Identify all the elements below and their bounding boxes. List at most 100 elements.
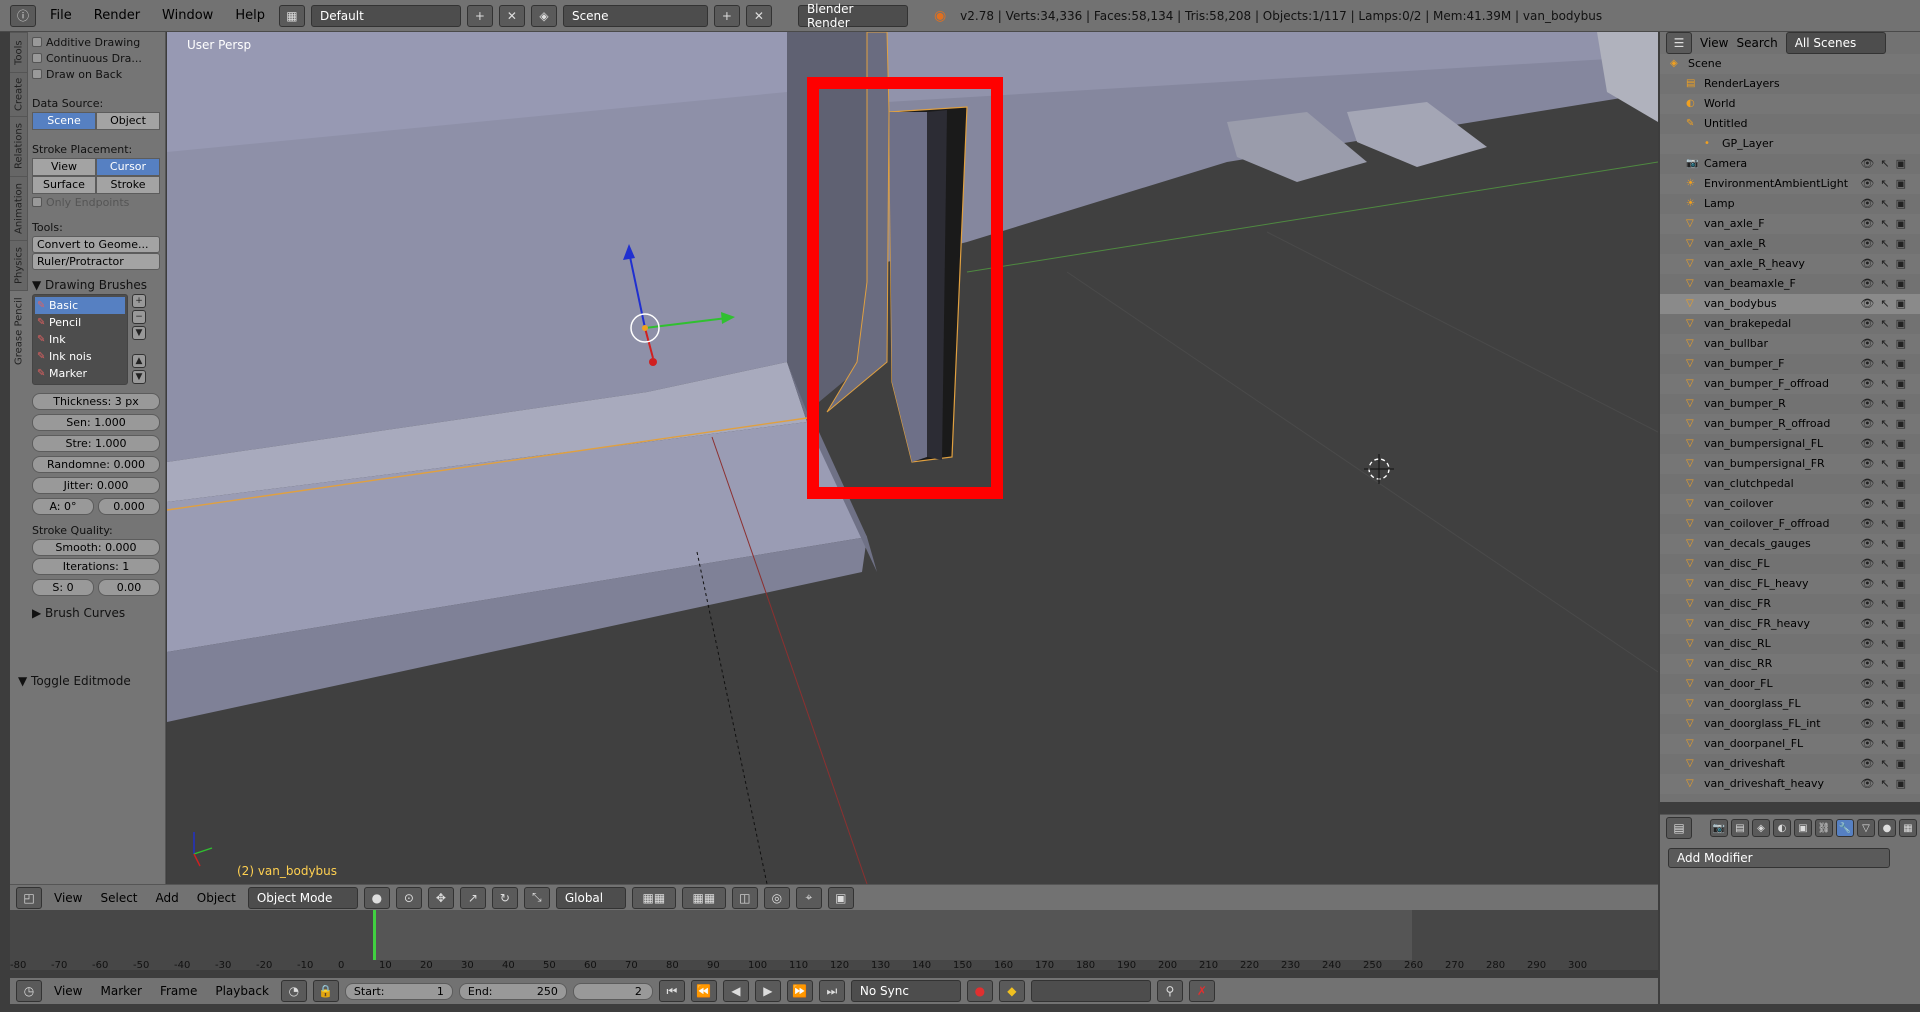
visibility-icon[interactable]: 👁↖▣ — [1860, 354, 1912, 374]
current-frame-marker[interactable] — [373, 910, 376, 960]
outliner-item[interactable]: ✎ Untitled — [1660, 114, 1920, 134]
placement-view[interactable]: View — [32, 158, 96, 176]
next-keyframe-icon[interactable]: ⏩ — [786, 980, 813, 1002]
continuous-drawing-checkbox[interactable]: Continuous Dra... — [32, 50, 160, 66]
tab-animation[interactable]: Animation — [10, 176, 28, 240]
placement-surface[interactable]: Surface — [32, 176, 96, 194]
tl-menu-view[interactable]: View — [48, 984, 88, 998]
angle-field[interactable]: A: 0° — [32, 498, 94, 515]
vp-menu-add[interactable]: Add — [150, 891, 185, 905]
scale-icon[interactable]: ⤡ — [523, 886, 550, 909]
only-endpoints-checkbox[interactable]: Only Endpoints — [32, 194, 160, 210]
move-up-icon[interactable]: ▲ — [132, 354, 146, 368]
visibility-icon[interactable]: 👁↖▣ — [1860, 194, 1912, 214]
timeline-editor-icon[interactable]: ◷ — [16, 980, 42, 1002]
visibility-icon[interactable]: 👁↖▣ — [1860, 234, 1912, 254]
outliner-item[interactable]: ▽ van_disc_FL_heavy 👁↖▣ — [1660, 574, 1920, 594]
add-modifier-select[interactable]: Add Modifier — [1668, 848, 1890, 868]
viewport-shading-icon[interactable]: ● — [363, 886, 390, 909]
visibility-icon[interactable]: 👁↖▣ — [1860, 434, 1912, 454]
visibility-icon[interactable]: 👁↖▣ — [1860, 174, 1912, 194]
outliner-display-mode[interactable]: All Scenes — [1785, 32, 1886, 54]
outliner-item[interactable]: ▽ van_beamaxle_F 👁↖▣ — [1660, 274, 1920, 294]
brush-basic[interactable]: Basic — [35, 297, 125, 314]
randomness-field[interactable]: Randomne: 0.000 — [32, 456, 160, 473]
screen-remove-icon[interactable]: ✕ — [498, 4, 525, 27]
visibility-icon[interactable]: 👁↖▣ — [1860, 714, 1912, 734]
move-down-icon[interactable]: ▼ — [132, 370, 146, 384]
visibility-icon[interactable]: 👁↖▣ — [1860, 654, 1912, 674]
texture-tab-icon[interactable]: ▦ — [1899, 819, 1917, 837]
lock-range-icon[interactable]: 🔒 — [312, 980, 339, 1002]
visibility-icon[interactable]: 👁↖▣ — [1860, 154, 1912, 174]
layers-grid-2-icon[interactable]: ▦▦ — [681, 886, 726, 909]
outliner-item[interactable]: ▽ van_bumper_R_offroad 👁↖▣ — [1660, 414, 1920, 434]
data-source-scene[interactable]: Scene — [32, 112, 96, 130]
visibility-icon[interactable]: 👁↖▣ — [1860, 294, 1912, 314]
outliner-editor-icon[interactable]: ☰ — [1666, 32, 1692, 54]
outliner-menu-search[interactable]: Search — [1736, 36, 1777, 50]
scene-icon[interactable]: ◈ — [530, 4, 557, 27]
outliner-item[interactable]: ▽ van_axle_F 👁↖▣ — [1660, 214, 1920, 234]
end-frame-field[interactable]: End: 250 — [458, 982, 567, 1000]
properties-editor-icon[interactable]: ▤ — [1666, 817, 1692, 839]
outliner-item[interactable]: ☀ Lamp 👁↖▣ — [1660, 194, 1920, 214]
delete-keyframe-icon[interactable]: ✗ — [1188, 980, 1215, 1002]
outliner-item[interactable]: ▽ van_driveshaft_heavy 👁↖▣ — [1660, 774, 1920, 794]
outliner-item[interactable]: ▽ van_clutchpedal 👁↖▣ — [1660, 474, 1920, 494]
play-icon[interactable]: ▶ — [754, 980, 781, 1002]
subdivide-field[interactable]: S: 0 — [32, 579, 94, 596]
render-icon[interactable]: ▣ — [827, 886, 854, 909]
tab-tools[interactable]: Tools — [10, 32, 28, 72]
render-engine-select[interactable]: Blender Render — [797, 2, 908, 30]
screen-layout-icon[interactable]: ▦ — [278, 4, 305, 27]
visibility-icon[interactable]: 👁↖▣ — [1860, 534, 1912, 554]
scene-field[interactable]: Scene — [562, 4, 708, 27]
brush-marker[interactable]: Marker — [35, 365, 125, 382]
outliner-item[interactable]: ▽ van_coilover_F_offroad 👁↖▣ — [1660, 514, 1920, 534]
subdivide-random-field[interactable]: 0.00 — [98, 579, 160, 596]
modifiers-tab-icon[interactable]: 🔧 — [1836, 819, 1854, 837]
outliner-item[interactable]: ▽ van_doorglass_FL_int 👁↖▣ — [1660, 714, 1920, 734]
tl-menu-playback[interactable]: Playback — [209, 984, 275, 998]
outliner-item[interactable]: ▽ van_disc_FR_heavy 👁↖▣ — [1660, 614, 1920, 634]
outliner-item[interactable]: ▽ van_bodybus 👁↖▣ — [1660, 294, 1920, 314]
tl-menu-marker[interactable]: Marker — [94, 984, 147, 998]
mode-select[interactable]: Object Mode — [247, 886, 358, 909]
data-source-object[interactable]: Object — [96, 112, 160, 130]
visibility-icon[interactable]: 👁↖▣ — [1860, 574, 1912, 594]
screen-add-icon[interactable]: + — [466, 4, 493, 27]
outliner-item[interactable]: ▽ van_bumper_F_offroad 👁↖▣ — [1660, 374, 1920, 394]
scene-remove-icon[interactable]: ✕ — [745, 4, 772, 27]
visibility-icon[interactable]: 👁↖▣ — [1860, 314, 1912, 334]
tl-menu-frame[interactable]: Frame — [154, 984, 203, 998]
rotate-icon[interactable]: ↻ — [491, 886, 518, 909]
strength-field[interactable]: Stre: 1.000 — [32, 435, 160, 452]
vp-menu-view[interactable]: View — [48, 891, 88, 905]
record-icon[interactable]: ● — [966, 980, 993, 1002]
menu-window[interactable]: Window — [154, 8, 221, 23]
visibility-icon[interactable]: 👁↖▣ — [1860, 614, 1912, 634]
draw-on-back-checkbox[interactable]: Draw on Back — [32, 66, 160, 82]
brush-pencil[interactable]: Pencil — [35, 314, 125, 331]
outliner-item[interactable]: ▽ van_bullbar 👁↖▣ — [1660, 334, 1920, 354]
additive-drawing-checkbox[interactable]: Additive Drawing — [32, 34, 160, 50]
visibility-icon[interactable]: 👁↖▣ — [1860, 374, 1912, 394]
outliner-item[interactable]: ☀ EnvironmentAmbientLight 👁↖▣ — [1660, 174, 1920, 194]
visibility-icon[interactable]: 👁↖▣ — [1860, 594, 1912, 614]
visibility-icon[interactable]: 👁↖▣ — [1860, 254, 1912, 274]
jitter-field[interactable]: Jitter: 0.000 — [32, 477, 160, 494]
prev-keyframe-icon[interactable]: ⏪ — [690, 980, 717, 1002]
play-reverse-icon[interactable]: ◀ — [722, 980, 749, 1002]
scene-add-icon[interactable]: + — [713, 4, 740, 27]
outliner-item[interactable]: ▽ van_coilover 👁↖▣ — [1660, 494, 1920, 514]
scene-tab-icon[interactable]: ◈ — [1752, 819, 1770, 837]
tab-physics[interactable]: Physics — [10, 240, 28, 290]
convert-to-geometry-button[interactable]: Convert to Geome... — [32, 236, 160, 253]
outliner-item[interactable]: ◈ Scene — [1660, 54, 1920, 74]
tab-create[interactable]: Create — [10, 72, 28, 116]
brush-ink[interactable]: Ink — [35, 331, 125, 348]
vp-menu-select[interactable]: Select — [94, 891, 143, 905]
pivot-point-icon[interactable]: ⊙ — [395, 886, 422, 909]
object-tab-icon[interactable]: ▣ — [1794, 819, 1812, 837]
